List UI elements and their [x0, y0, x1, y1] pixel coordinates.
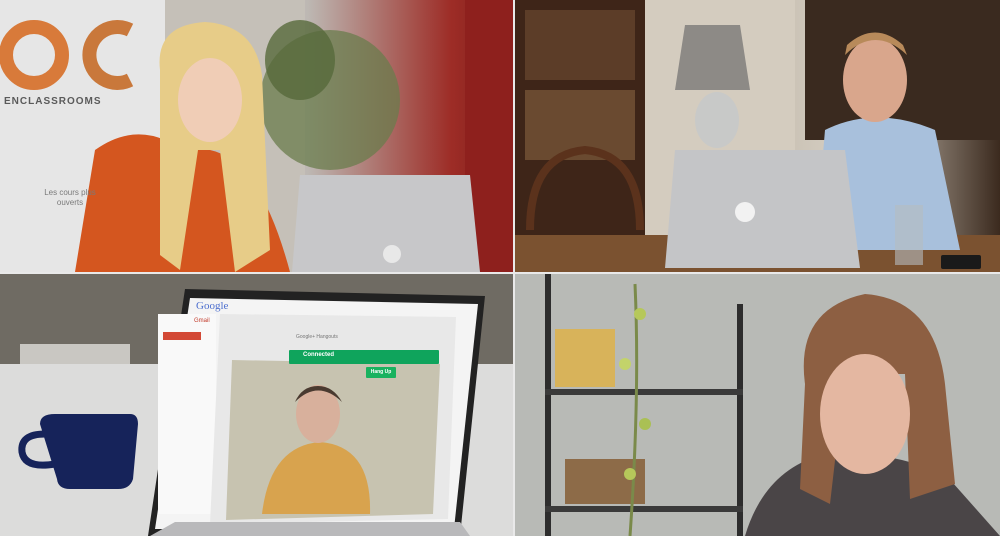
shelf-post-left [545, 274, 551, 536]
home-scene [515, 274, 1000, 536]
office-scene [0, 0, 513, 272]
face [820, 354, 910, 474]
shelf-post-right [737, 304, 743, 536]
desk-scene [0, 274, 513, 536]
tile-office-call: ENCLASSROOMS Les cours plus ouverts [0, 0, 513, 272]
sign-text: Les cours plus ouverts [44, 188, 96, 207]
flower-bud [619, 358, 631, 370]
flower-bud [639, 418, 651, 430]
gmail-sidebar [158, 314, 216, 514]
shelf-box [555, 329, 615, 387]
water-glass [895, 205, 923, 265]
laptop [665, 150, 860, 268]
plant-leaves [265, 20, 335, 100]
books-row-1 [525, 10, 635, 80]
lamp-shade [675, 25, 750, 90]
lamp-base [695, 92, 739, 148]
apple-logo [735, 202, 755, 222]
keyboard [150, 522, 470, 536]
tile-laptop-hangout: Google Gmail Google+ Hangouts Connected … [0, 274, 513, 536]
face [178, 58, 242, 142]
study-scene [515, 0, 1000, 272]
window-strip [20, 344, 130, 364]
hangout-window-title: Google+ Hangouts [296, 334, 338, 340]
apple-logo [383, 245, 401, 263]
google-logo: Google [196, 300, 229, 312]
flower-bud [634, 308, 646, 320]
flower-bud [624, 468, 636, 480]
shelf-1 [545, 389, 743, 395]
phone [941, 255, 981, 269]
shelf-2 [545, 506, 743, 512]
compose-button [163, 332, 201, 340]
tile-home-call [515, 274, 1000, 536]
face [843, 38, 907, 122]
connected-status: Connected [303, 352, 335, 358]
video-call-collage: ENCLASSROOMS Les cours plus ouverts Goog… [0, 0, 1000, 536]
gmail-label: Gmail [194, 318, 210, 324]
sign-title: ENCLASSROOMS [4, 96, 102, 107]
hang-up-button: Hang Up [366, 367, 396, 378]
tile-study-call [515, 0, 1000, 272]
